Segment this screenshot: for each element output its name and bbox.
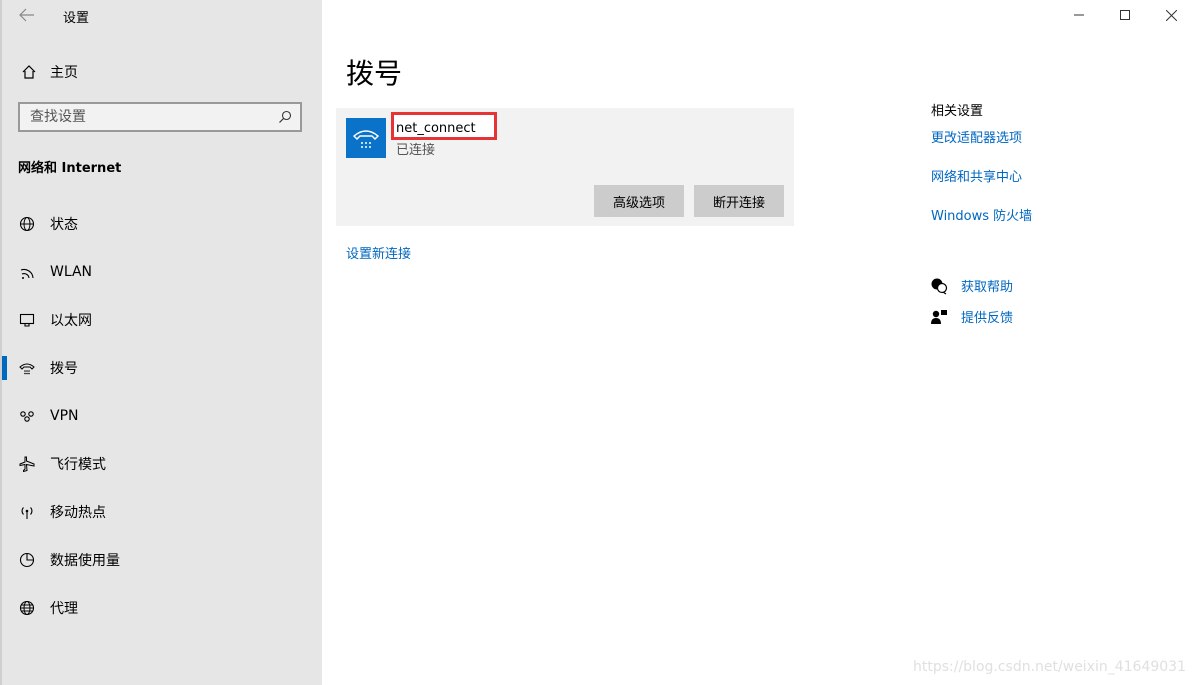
sidebar-item-label: 以太网 (50, 313, 92, 329)
sidebar-item-data-usage[interactable]: 数据使用量 (0, 536, 322, 584)
network-sharing-center-link[interactable]: 网络和共享中心 (931, 166, 1032, 205)
active-indicator (2, 356, 7, 380)
close-button[interactable] (1148, 0, 1194, 30)
connection-status: 已连接 (396, 143, 436, 158)
connection-card[interactable]: net_connect 已连接 高级选项 断开连接 (336, 108, 794, 226)
sidebar-item-status[interactable]: 状态 (0, 200, 322, 248)
sidebar-item-label: 移动热点 (50, 505, 106, 521)
sidebar-item-dialup[interactable]: 拨号 (0, 344, 322, 392)
data-usage-icon (18, 551, 36, 569)
sidebar-item-label: WLAN (50, 264, 93, 280)
maximize-button[interactable] (1102, 0, 1148, 30)
get-help-link[interactable]: 获取帮助 (929, 270, 1013, 301)
home-label: 主页 (50, 65, 78, 81)
annotation-highlight-box (391, 112, 497, 140)
sidebar-item-label: 代理 (50, 601, 78, 617)
home-icon (18, 64, 40, 80)
disconnect-button[interactable]: 断开连接 (694, 185, 784, 217)
globe-status-icon (18, 215, 36, 233)
feedback-link[interactable]: 提供反馈 (929, 301, 1013, 332)
maximize-icon (1120, 10, 1130, 20)
windows-firewall-link[interactable]: Windows 防火墙 (931, 205, 1032, 244)
sidebar-item-wlan[interactable]: WLAN (0, 248, 322, 296)
feedback-label: 提供反馈 (961, 311, 1014, 326)
app-title: 设置 (63, 11, 90, 26)
search-icon[interactable] (274, 106, 296, 128)
wifi-icon (18, 263, 36, 281)
feedback-person-icon (929, 307, 949, 327)
get-help-label: 获取帮助 (961, 280, 1014, 295)
sidebar-item-vpn[interactable]: VPN (0, 392, 322, 440)
sidebar-item-ethernet[interactable]: 以太网 (0, 296, 322, 344)
close-icon (1165, 9, 1177, 21)
sidebar: 设置 主页 网络和 Internet 状态 (0, 0, 322, 685)
main-content: 拨号 net_connect 已连接 高级选项 断开连接 设置新连接 相关设置 … (322, 0, 1194, 685)
minimize-icon (1074, 14, 1084, 16)
sidebar-item-label: 状态 (50, 217, 78, 233)
back-arrow-icon[interactable] (16, 4, 38, 26)
advanced-options-button[interactable]: 高级选项 (594, 185, 684, 217)
dialup-connection-icon (346, 118, 386, 158)
watermark-text: https://blog.csdn.net/weixin_41649031 (912, 659, 1186, 675)
sidebar-nav: 状态 WLAN 以太网 拨号 VPN 飞行模式 移动热点 数据使用量 代理 (0, 200, 322, 632)
sidebar-item-hotspot[interactable]: 移动热点 (0, 488, 322, 536)
globe-proxy-icon (18, 599, 36, 617)
ethernet-icon (18, 311, 36, 329)
section-title: 网络和 Internet (18, 161, 122, 176)
search-box[interactable] (18, 102, 302, 132)
page-title: 拨号 (346, 57, 403, 90)
dialup-icon (18, 359, 36, 377)
search-input[interactable] (20, 108, 274, 126)
change-adapter-options-link[interactable]: 更改适配器选项 (931, 127, 1032, 166)
sidebar-item-label: 数据使用量 (50, 553, 120, 569)
related-settings-title: 相关设置 (931, 104, 984, 119)
airplane-icon (18, 455, 36, 473)
sidebar-item-proxy[interactable]: 代理 (0, 584, 322, 632)
home-nav-item[interactable]: 主页 (18, 60, 78, 84)
new-connection-link[interactable]: 设置新连接 (346, 243, 411, 262)
window-controls (1056, 0, 1194, 30)
sidebar-item-label: 飞行模式 (50, 457, 106, 473)
related-settings: 相关设置 更改适配器选项 网络和共享中心 Windows 防火墙 (931, 100, 1032, 244)
vpn-icon (18, 407, 36, 425)
sidebar-item-airplane[interactable]: 飞行模式 (0, 440, 322, 488)
settings-window: 设置 主页 网络和 Internet 状态 (0, 0, 1194, 685)
help-section: 获取帮助 提供反馈 (929, 270, 1013, 332)
sidebar-item-label: 拨号 (50, 361, 78, 377)
hotspot-icon (18, 503, 36, 521)
minimize-button[interactable] (1056, 0, 1102, 30)
sidebar-item-label: VPN (50, 408, 79, 424)
chat-help-icon (929, 276, 949, 296)
